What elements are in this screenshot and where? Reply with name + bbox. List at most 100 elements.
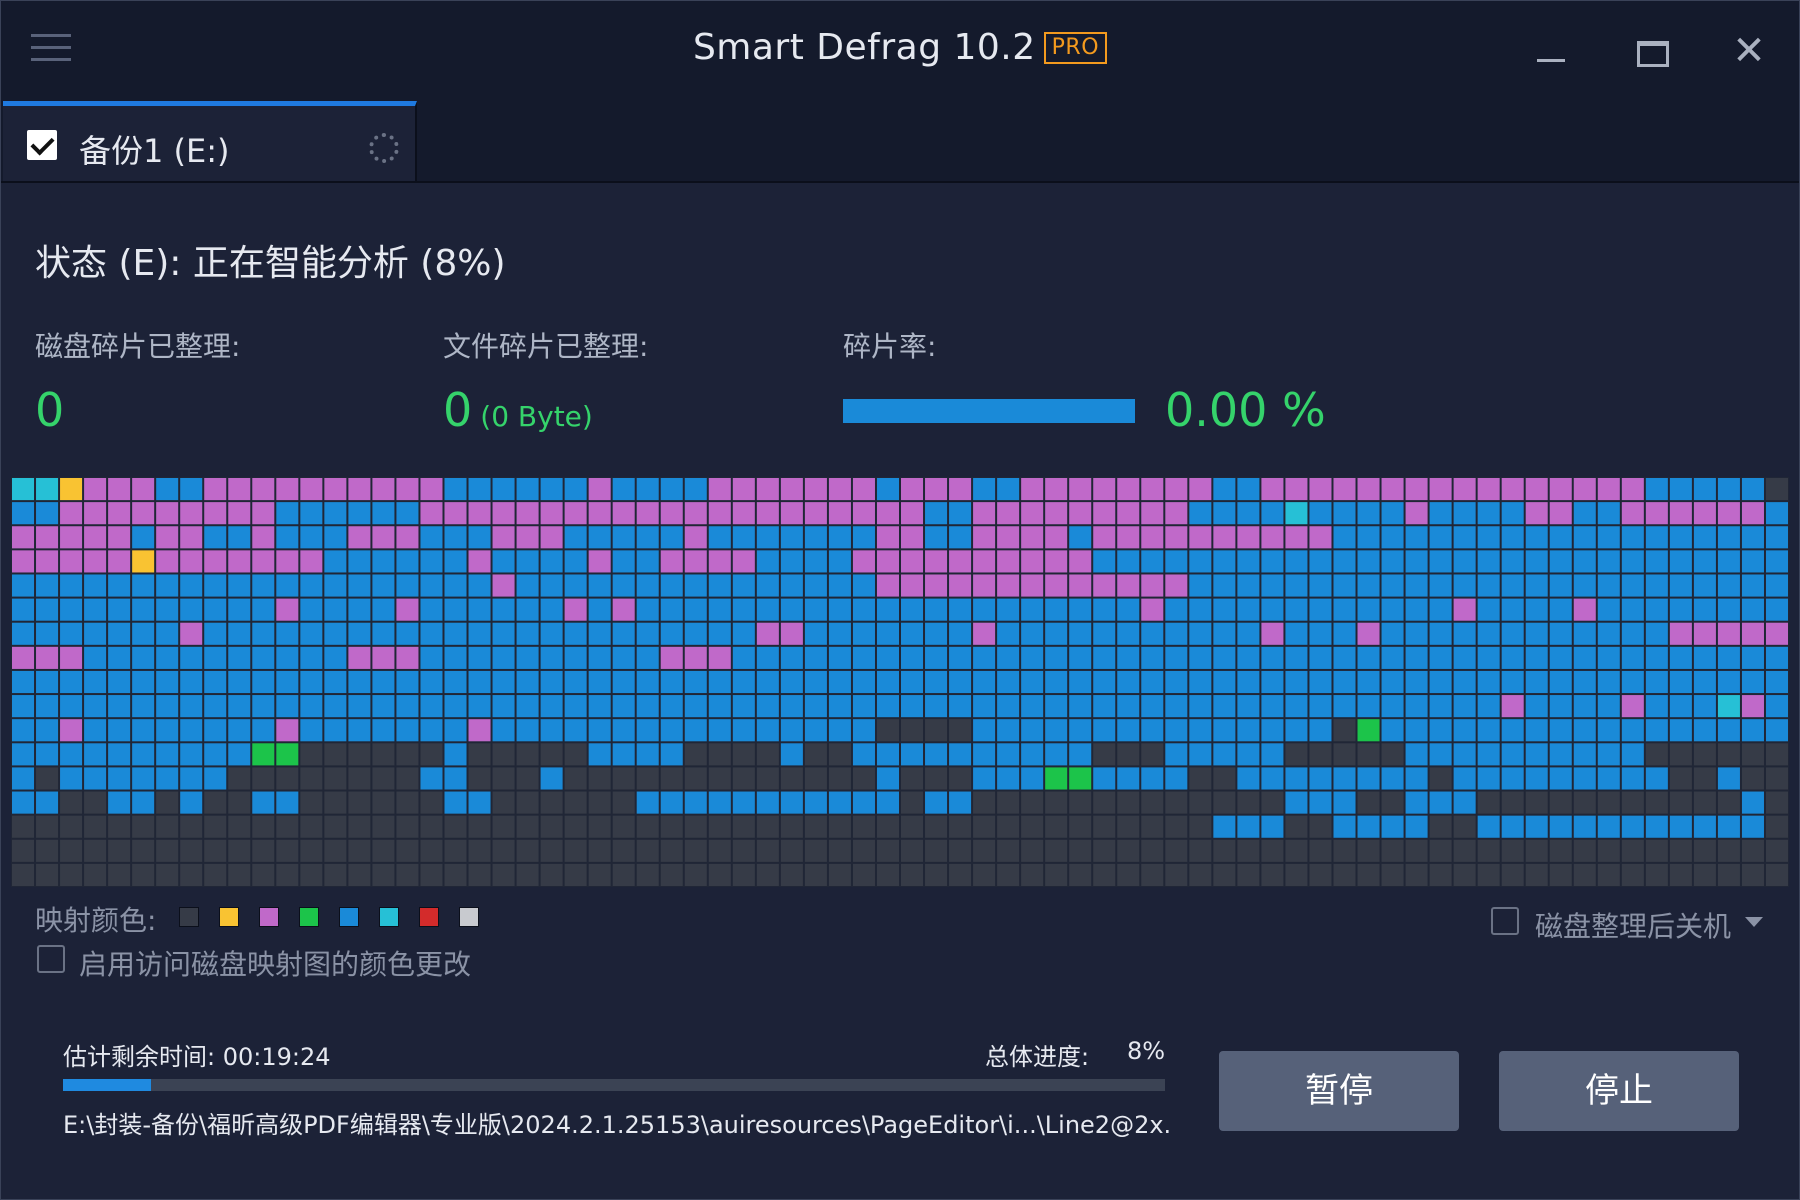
- disk-cluster-block: [84, 743, 107, 766]
- disk-cluster-block: [372, 526, 395, 549]
- disk-cluster-block: [1237, 863, 1260, 886]
- disk-cluster-block: [1573, 719, 1596, 742]
- disk-cluster-block: [708, 646, 731, 669]
- disk-cluster-block: [780, 863, 803, 886]
- disk-cluster-block: [84, 502, 107, 525]
- disk-cluster-block: [1429, 767, 1452, 790]
- disk-cluster-block: [516, 839, 539, 862]
- disk-cluster-block: [925, 478, 948, 501]
- pause-button[interactable]: 暂停: [1219, 1051, 1459, 1131]
- disk-cluster-block: [1045, 670, 1068, 694]
- drive-checkbox[interactable]: [27, 130, 57, 160]
- disk-cluster-block: [1573, 550, 1596, 573]
- disk-cluster-block: [1237, 574, 1260, 597]
- disk-cluster-block: [1045, 839, 1068, 862]
- disk-cluster-block: [780, 839, 803, 862]
- disk-cluster-block: [396, 550, 419, 573]
- disk-cluster-block: [60, 719, 83, 742]
- disk-cluster-block: [588, 646, 611, 669]
- disk-cluster-block: [324, 863, 347, 886]
- disk-cluster-block: [36, 478, 59, 501]
- disk-cluster-block: [60, 695, 83, 718]
- disk-cluster-block: [636, 670, 659, 694]
- disk-cluster-block: [612, 815, 635, 838]
- chevron-down-icon[interactable]: [1745, 917, 1763, 927]
- disk-cluster-block: [756, 670, 779, 694]
- disk-cluster-block: [973, 598, 996, 621]
- disk-cluster-block: [660, 646, 683, 669]
- disk-cluster-block: [1501, 574, 1524, 597]
- disk-cluster-block: [204, 478, 227, 501]
- disk-cluster-block: [516, 863, 539, 886]
- disk-cluster-block: [60, 622, 83, 645]
- disk-cluster-block: [780, 550, 803, 573]
- disk-cluster-block: [204, 815, 227, 838]
- disk-cluster-block: [997, 598, 1020, 621]
- disk-cluster-block: [564, 743, 587, 766]
- overall-progress-label: 总体进度:: [985, 1043, 1090, 1071]
- disk-cluster-block: [1429, 815, 1452, 838]
- disk-cluster-block: [1549, 719, 1572, 742]
- disk-cluster-block: [516, 695, 539, 718]
- stop-button[interactable]: 停止: [1499, 1051, 1739, 1131]
- close-icon[interactable]: ✕: [1727, 29, 1771, 73]
- disk-cluster-block: [1645, 502, 1668, 525]
- disk-cluster-block: [564, 839, 587, 862]
- maximize-icon[interactable]: [1629, 29, 1673, 73]
- disk-cluster-block: [1021, 598, 1044, 621]
- disk-cluster-block: [1765, 839, 1788, 862]
- disk-cluster-block: [1213, 743, 1236, 766]
- disk-cluster-block: [1381, 502, 1404, 525]
- disk-cluster-block: [492, 646, 515, 669]
- disk-cluster-block: [925, 598, 948, 621]
- disk-cluster-block: [588, 478, 611, 501]
- shutdown-after-checkbox[interactable]: [1491, 907, 1519, 935]
- disk-cluster-block: [1549, 526, 1572, 549]
- disk-cluster-block: [108, 767, 131, 790]
- disk-cluster-block: [973, 502, 996, 525]
- disk-cluster-block: [132, 502, 155, 525]
- disk-cluster-block: [1765, 791, 1788, 814]
- shutdown-after-label[interactable]: 磁盘整理后关机: [1535, 905, 1731, 945]
- disk-cluster-block: [1525, 863, 1548, 886]
- disk-cluster-block: [252, 574, 275, 597]
- title-bar: Smart Defrag 10.2 PRO ✕: [1, 1, 1799, 101]
- disk-cluster-block: [1621, 622, 1644, 645]
- disk-cluster-block: [925, 815, 948, 838]
- disk-cluster-block: [60, 550, 83, 573]
- disk-cluster-block: [1405, 598, 1428, 621]
- minimize-icon[interactable]: [1529, 29, 1573, 73]
- disk-cluster-block: [1501, 719, 1524, 742]
- disk-cluster-block: [1381, 550, 1404, 573]
- disk-cluster-block: [204, 550, 227, 573]
- disk-cluster-block: [732, 502, 755, 525]
- disk-cluster-block: [1717, 670, 1740, 694]
- disk-cluster-block: [1285, 550, 1308, 573]
- disk-cluster-block: [1045, 695, 1068, 718]
- disk-cluster-block: [852, 719, 875, 742]
- disk-cluster-block: [949, 550, 972, 573]
- disk-cluster-block: [1477, 719, 1500, 742]
- disk-cluster-block: [1357, 502, 1380, 525]
- disk-cluster-block: [1717, 502, 1740, 525]
- tab-drive-e[interactable]: 备份1 (E:): [3, 101, 417, 181]
- disk-cluster-block: [180, 719, 203, 742]
- disk-cluster-block: [1357, 646, 1380, 669]
- disk-cluster-block: [1621, 791, 1644, 814]
- disk-cluster-block: [1021, 670, 1044, 694]
- legend-label: 映射颜色:: [35, 904, 157, 937]
- enable-color-change-label[interactable]: 启用访问磁盘映射图的颜色更改: [79, 943, 471, 983]
- disk-cluster-block: [1621, 863, 1644, 886]
- disk-cluster-block: [1237, 815, 1260, 838]
- disk-cluster-block: [444, 550, 467, 573]
- disk-cluster-block: [540, 622, 563, 645]
- disk-cluster-block: [804, 646, 827, 669]
- disk-cluster-block: [1333, 863, 1356, 886]
- enable-color-change-checkbox[interactable]: [37, 945, 65, 973]
- disk-cluster-block: [204, 622, 227, 645]
- disk-cluster-block: [1405, 815, 1428, 838]
- disk-cluster-block: [852, 670, 875, 694]
- disk-cluster-block: [1765, 863, 1788, 886]
- disk-cluster-block: [564, 670, 587, 694]
- disk-cluster-block: [1573, 646, 1596, 669]
